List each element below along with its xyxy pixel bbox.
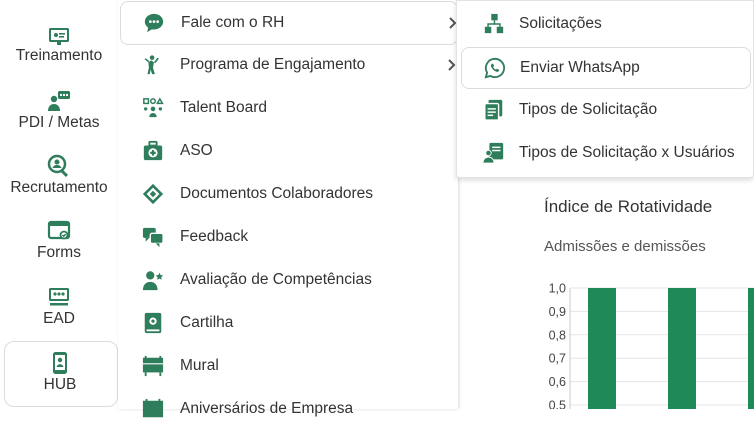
y-tick-label: 0,6: [549, 375, 566, 389]
anniversary-icon: [142, 398, 164, 420]
chart-subtitle: Admissões e demissões: [544, 238, 706, 255]
hub-menu: Fale com o RH Programa de Engajamento Ta…: [118, 0, 458, 418]
menu-item-label: Documentos Colaboradores: [180, 185, 373, 202]
sidebar-item-label: EAD: [43, 310, 75, 327]
mural-icon: [142, 355, 164, 377]
menu-item-fale-com-o-rh[interactable]: Fale com o RH: [120, 1, 458, 45]
chart-bar[interactable]: [748, 288, 754, 409]
menu-item-feedback[interactable]: Feedback: [120, 216, 456, 258]
documents-icon: [142, 183, 164, 205]
y-tick-label: 0,9: [549, 305, 566, 319]
menu-item-avaliacao-de-competencias[interactable]: Avaliação de Competências: [120, 259, 456, 301]
y-tick-label: 0,7: [549, 352, 566, 366]
submenu-item-solicitacoes[interactable]: Solicitações: [461, 4, 749, 44]
fale-com-o-rh-submenu: Solicitações Enviar WhatsApp Tipos de So…: [456, 0, 754, 178]
submenu-item-tipos-de-solicitacao-x-usuarios[interactable]: Tipos de Solicitação x Usuários: [461, 133, 749, 173]
chart-bar[interactable]: [588, 288, 616, 409]
menu-item-label: Avaliação de Competências: [180, 271, 372, 288]
training-icon: [47, 24, 71, 48]
turnover-chart: 1,0 0,9 0,8 0,7 0,6 0,5: [530, 275, 754, 409]
menu-item-label: Programa de Engajamento: [180, 56, 366, 73]
request-types-icon: [483, 99, 505, 121]
sidebar-item-label: Recrutamento: [10, 179, 108, 196]
booklet-icon: [142, 312, 164, 334]
chat-icon: [143, 12, 165, 34]
talent-board-icon: [142, 97, 164, 119]
sidebar-item-ead[interactable]: EAD: [0, 282, 118, 346]
sidebar-item-label: Treinamento: [15, 47, 103, 64]
chevron-right-icon: [446, 58, 456, 72]
hub-icon: [48, 351, 72, 375]
ead-icon: [47, 285, 71, 309]
menu-item-label: Talent Board: [180, 99, 268, 116]
sidebar-item-label: Forms: [37, 244, 81, 261]
feedback-icon: [142, 226, 164, 248]
menu-item-label: Cartilha: [180, 314, 234, 331]
menu-item-documentos-colaboradores[interactable]: Documentos Colaboradores: [120, 173, 456, 215]
submenu-item-tipos-de-solicitacao[interactable]: Tipos de Solicitação: [461, 90, 749, 130]
sidebar: Treinamento PDI / Metas Recrutamento For…: [0, 0, 118, 409]
sidebar-item-label: PDI / Metas: [18, 114, 100, 131]
chart-bar[interactable]: [668, 288, 696, 409]
requests-icon: [483, 13, 505, 35]
chart-title: Índice de Rotatividade: [544, 197, 713, 216]
submenu-item-label: Enviar WhatsApp: [520, 59, 640, 76]
recruitment-icon: [47, 154, 71, 178]
engagement-icon: [142, 54, 164, 76]
submenu-item-label: Tipos de Solicitação x Usuários: [519, 144, 735, 161]
sidebar-item-label: HUB: [43, 376, 77, 393]
request-types-users-icon: [483, 142, 505, 164]
menu-item-label: ASO: [180, 142, 213, 159]
menu-item-label: Mural: [180, 357, 219, 374]
sidebar-item-recrutamento[interactable]: Recrutamento: [0, 150, 118, 214]
submenu-item-label: Solicitações: [519, 15, 602, 32]
competency-icon: [142, 269, 164, 291]
y-tick-label: 1,0: [549, 282, 566, 296]
menu-item-label: Aniversários de Empresa: [180, 400, 354, 417]
submenu-item-enviar-whatsapp[interactable]: Enviar WhatsApp: [461, 47, 751, 89]
goals-icon: [47, 89, 71, 113]
turnover-chart-svg: 1,0 0,9 0,8 0,7 0,6 0,5: [549, 282, 754, 410]
menu-item-mural[interactable]: Mural: [120, 345, 456, 387]
sidebar-item-pdi-metas[interactable]: PDI / Metas: [0, 84, 118, 148]
whatsapp-icon: [484, 57, 506, 79]
menu-item-aniversarios-de-empresa[interactable]: Aniversários de Empresa: [120, 388, 456, 430]
sidebar-item-forms[interactable]: Forms: [0, 216, 118, 280]
submenu-item-label: Tipos de Solicitação: [519, 101, 658, 118]
medical-kit-icon: [142, 140, 164, 162]
menu-item-aso[interactable]: ASO: [120, 130, 456, 172]
menu-item-programa-de-engajamento[interactable]: Programa de Engajamento: [120, 44, 456, 86]
y-tick-label: 0,5: [549, 399, 566, 410]
menu-item-cartilha[interactable]: Cartilha: [120, 302, 456, 344]
menu-item-label: Feedback: [180, 228, 249, 245]
sidebar-item-hub[interactable]: HUB: [4, 341, 118, 407]
y-tick-label: 0,8: [549, 328, 566, 342]
forms-icon: [47, 219, 71, 243]
menu-item-label: Fale com o RH: [181, 14, 285, 31]
sidebar-item-treinamento[interactable]: Treinamento: [0, 18, 118, 82]
menu-item-talent-board[interactable]: Talent Board: [120, 87, 456, 129]
